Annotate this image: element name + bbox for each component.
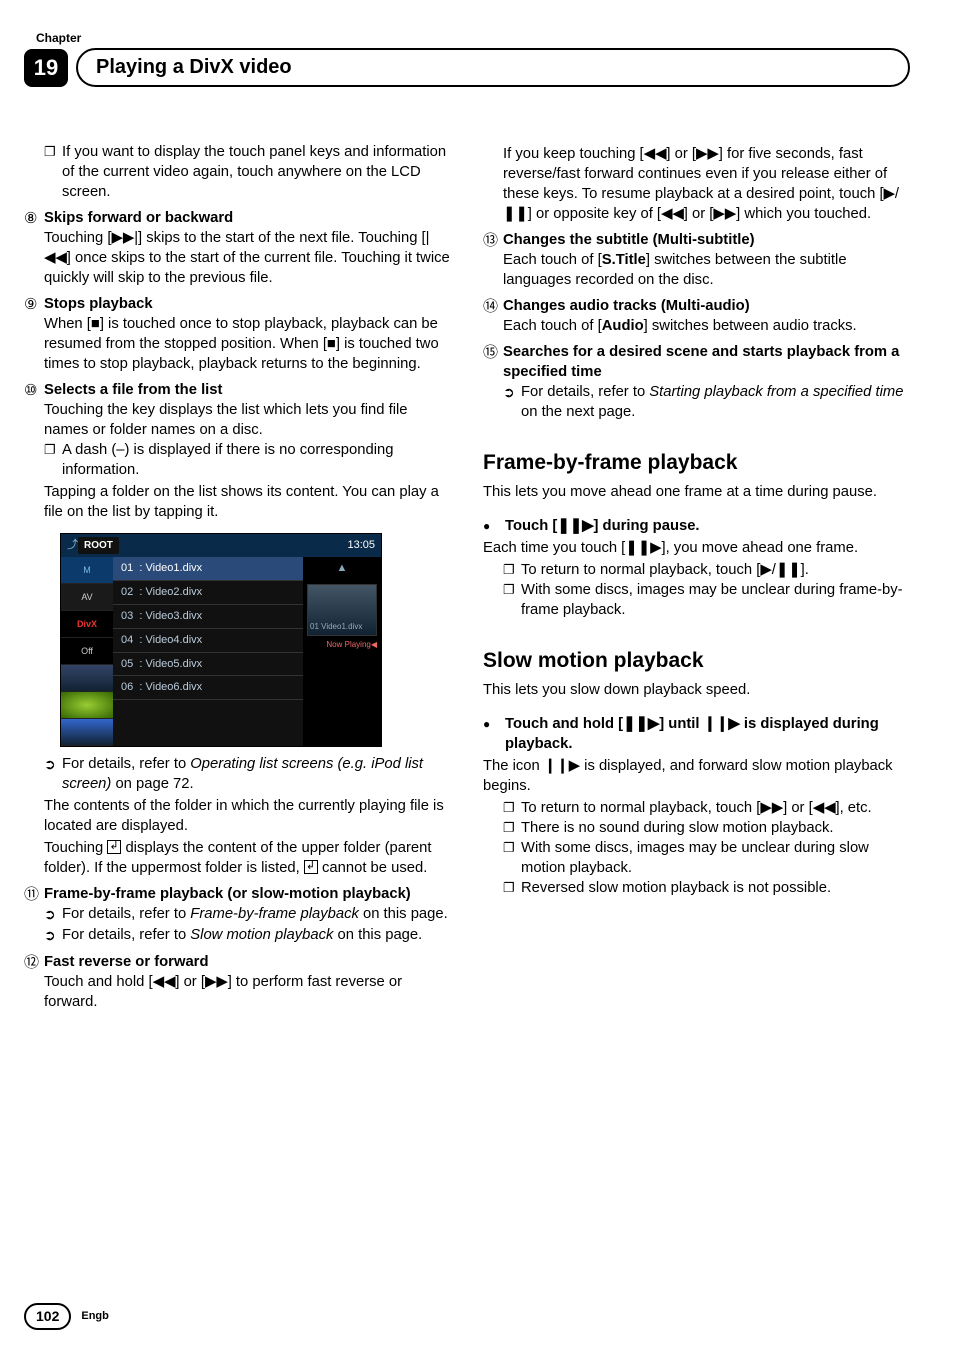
page-footer: 102 Engb <box>24 1303 109 1330</box>
box-icon <box>44 143 62 203</box>
intro-note: If you want to display the touch panel k… <box>44 143 451 203</box>
box-icon <box>503 819 521 839</box>
page-lang: Engb <box>81 1309 109 1324</box>
fbf-step: Touch [❚❚▶] during pause. <box>483 517 910 537</box>
item-10-body2: Tapping a folder on the list shows its c… <box>44 483 451 523</box>
arrow-icon <box>44 755 62 795</box>
fbf-lead: This lets you move ahead one frame at a … <box>483 483 910 503</box>
up-folder-icon <box>107 840 121 854</box>
item-8-title: Skips forward or backward <box>44 210 233 226</box>
item-12-body: Touch and hold [◀◀] or [▶▶] to perform f… <box>44 974 402 1010</box>
right-column: If you keep touching [◀◀] or [▶▶] for fi… <box>483 143 910 1013</box>
fbf-body: Each time you touch [❚❚▶], you move ahea… <box>483 539 910 559</box>
up-folder-icon <box>304 860 318 874</box>
item-14: ⑭ Changes audio tracks (Multi-audio) Eac… <box>483 297 910 337</box>
list-item: 04 : Video4.divx <box>113 629 303 653</box>
item-15-xref: For details, refer to Starting playback … <box>503 383 910 423</box>
root-label: ROOT <box>78 537 119 555</box>
item-11-xref1: For details, refer to Frame-by-frame pla… <box>44 905 451 926</box>
bullet-icon <box>483 715 505 755</box>
fbf-note1: To return to normal playback, touch [▶/❚… <box>503 561 910 581</box>
item-12-title: Fast reverse or forward <box>44 954 208 970</box>
item-8-body: Touching [▶▶|] skips to the start of the… <box>44 230 450 286</box>
item-9-body: When [■] is touched once to stop playbac… <box>44 316 439 372</box>
box-icon <box>503 879 521 899</box>
thumb-panel: ▲ 01 Video1.divx Now Playing◀ <box>303 557 381 746</box>
list-item: 01 : Video1.divx <box>113 557 303 581</box>
parent-folder-text: Touching displays the content of the upp… <box>44 839 451 879</box>
ui-screenshot: ⤴ ROOT 13:05 M AV DivX Off <box>60 533 382 748</box>
item-9: ⑨ Stops playback When [■] is touched onc… <box>24 295 451 375</box>
item-10-title: Selects a file from the list <box>44 382 222 398</box>
folder-contents-text: The contents of the folder in which the … <box>44 797 451 837</box>
fbf-heading: Frame-by-frame playback <box>483 449 910 477</box>
item-11-title: Frame-by-frame playback (or slow-motion … <box>44 885 451 905</box>
item-12: ⑫ Fast reverse or forward Touch and hold… <box>24 953 451 1013</box>
item-15-title: Searches for a desired scene and starts … <box>503 343 910 383</box>
shot-sidebar: M AV DivX Off <box>61 557 113 746</box>
item-8: ⑧ Skips forward or backward Touching [▶▶… <box>24 209 451 289</box>
slow-note4: Reversed slow motion playback is not pos… <box>503 879 910 899</box>
item-9-title: Stops playback <box>44 296 153 312</box>
page-number: 102 <box>24 1303 71 1330</box>
item-12-continued: If you keep touching [◀◀] or [▶▶] for fi… <box>503 145 910 225</box>
item-10-note: A dash (–) is displayed if there is no c… <box>44 441 451 481</box>
side-av-icon: AV <box>61 584 113 611</box>
slow-note1: To return to normal playback, touch [▶▶]… <box>503 799 910 819</box>
item-10-body1: Touching the key displays the list which… <box>44 402 408 438</box>
arrow-icon <box>44 926 62 947</box>
up-folder-icon: ⤴ <box>67 538 78 553</box>
scroll-up-icon: ▲ <box>307 561 377 576</box>
slow-step: Touch and hold [❚❚▶] until ❙❙▶ is displa… <box>483 715 910 755</box>
slow-heading: Slow motion playback <box>483 647 910 675</box>
side-off: Off <box>61 638 113 665</box>
item-15: ⑮Searches for a desired scene and starts… <box>483 343 910 383</box>
slow-note3: With some discs, images may be unclear d… <box>503 839 910 879</box>
chapter-number: 19 <box>24 49 68 87</box>
item-10: ⑩ Selects a file from the list Touching … <box>24 381 451 441</box>
list-item: 02 : Video2.divx <box>113 581 303 605</box>
side-divx: DivX <box>61 611 113 638</box>
box-icon <box>503 839 521 879</box>
bullet-icon <box>483 517 505 537</box>
list-item: 06 : Video6.divx <box>113 676 303 700</box>
side-disc-icon <box>61 692 113 719</box>
item-11-xref2: For details, refer to Slow motion playba… <box>44 926 451 947</box>
item-13-body: Each touch of [S.Title] switches between… <box>503 252 847 288</box>
slow-note2: There is no sound during slow motion pla… <box>503 819 910 839</box>
box-icon <box>503 581 521 621</box>
page-title: Playing a DivX video <box>76 48 910 87</box>
chapter-header: 19 Playing a DivX video <box>24 48 910 87</box>
fbf-note2: With some discs, images may be unclear d… <box>503 581 910 621</box>
side-m-icon: M <box>61 557 113 584</box>
now-playing-label: Now Playing◀ <box>307 640 377 651</box>
chapter-label: Chapter <box>36 30 910 46</box>
list-item: 03 : Video3.divx <box>113 605 303 629</box>
left-column: If you want to display the touch panel k… <box>24 143 451 1013</box>
box-icon <box>503 799 521 819</box>
item-14-body: Each touch of [Audio] switches between a… <box>503 318 857 334</box>
slow-lead: This lets you slow down playback speed. <box>483 681 910 701</box>
side-eq-icon <box>61 719 113 746</box>
list-screen-xref: For details, refer to Operating list scr… <box>44 755 451 795</box>
box-icon <box>503 561 521 581</box>
thumb-image: 01 Video1.divx <box>307 584 377 636</box>
arrow-icon <box>503 383 521 423</box>
side-img-icon <box>61 665 113 692</box>
list-item: 05 : Video5.divx <box>113 653 303 677</box>
slow-body: The icon ❙❙▶ is displayed, and forward s… <box>483 757 910 797</box>
item-13: ⑬ Changes the subtitle (Multi-subtitle) … <box>483 231 910 291</box>
file-list: 01 : Video1.divx 02 : Video2.divx 03 : V… <box>113 557 303 746</box>
clock-time: 13:05 <box>347 538 375 553</box>
arrow-icon <box>44 905 62 926</box>
item-13-title: Changes the subtitle (Multi-subtitle) <box>503 232 755 248</box>
box-icon <box>44 441 62 481</box>
item-14-title: Changes audio tracks (Multi-audio) <box>503 298 750 314</box>
item-11: ⑪Frame-by-frame playback (or slow-motion… <box>24 885 451 905</box>
